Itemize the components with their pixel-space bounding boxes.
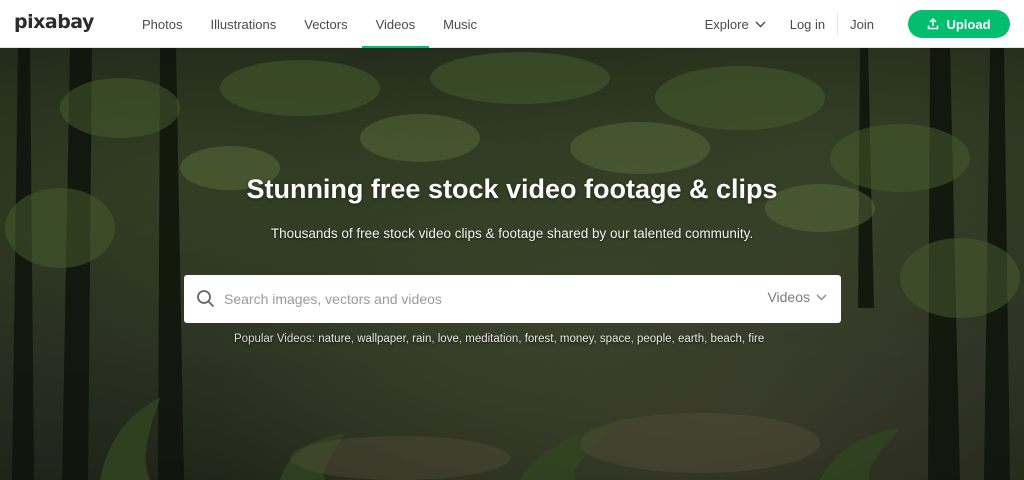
explore-label: Explore <box>704 16 749 32</box>
upload-button[interactable]: Upload <box>908 10 1010 38</box>
search-input[interactable] <box>224 285 744 313</box>
explore-menu[interactable]: Explore <box>693 17 778 32</box>
nav-item-illustrations[interactable]: Illustrations <box>196 0 290 48</box>
nav-item-photos[interactable]: Photos <box>128 0 196 48</box>
popular-tag-earth[interactable]: earth <box>678 333 704 345</box>
media-type-label: Videos <box>767 289 810 305</box>
popular-tags: nature, wallpaper, rain, love, meditatio… <box>318 333 764 345</box>
popular-tag-beach[interactable]: beach <box>711 333 742 345</box>
popular-tag-meditation[interactable]: meditation <box>465 333 518 345</box>
chevron-down-icon <box>816 294 827 300</box>
join-link[interactable]: Join <box>838 17 886 32</box>
nav-item-vectors[interactable]: Vectors <box>290 0 361 48</box>
nav-item-music[interactable]: Music <box>429 0 491 48</box>
hero-banner: Stunning free stock video footage & clip… <box>0 48 1024 480</box>
nav-item-videos[interactable]: Videos <box>361 0 430 48</box>
popular-tag-money[interactable]: money <box>560 333 594 345</box>
popular-tag-forest[interactable]: forest <box>525 333 554 345</box>
popular-tag-fire[interactable]: fire <box>748 333 764 345</box>
right-nav: Explore Log in Join Upload <box>693 0 1024 48</box>
popular-tag-nature[interactable]: nature <box>318 333 351 345</box>
hero-subtitle: Thousands of free stock video clips & fo… <box>270 226 754 241</box>
popular-tag-space[interactable]: space <box>600 333 631 345</box>
search-bar: Videos <box>184 275 841 323</box>
login-link[interactable]: Log in <box>778 17 837 32</box>
popular-tag-wallpaper[interactable]: wallpaper <box>357 333 406 345</box>
popular-tag-people[interactable]: people <box>637 333 672 345</box>
popular-label: Popular Videos: <box>234 333 315 345</box>
hero-overlay <box>0 48 1024 480</box>
hero-title: Stunning free stock video footage & clip… <box>246 174 778 204</box>
popular-tag-love[interactable]: love <box>438 333 459 345</box>
top-navigation-bar: pixabay Photos Illustrations Vectors Vid… <box>0 0 1024 48</box>
media-type-select[interactable]: Videos <box>767 289 827 305</box>
main-nav: Photos Illustrations Vectors Videos Musi… <box>128 0 491 48</box>
upload-icon <box>928 18 939 30</box>
upload-label: Upload <box>946 16 991 32</box>
popular-tag-rain[interactable]: rain <box>412 333 431 345</box>
popular-searches: Popular Videos: nature, wallpaper, rain,… <box>234 333 834 345</box>
pixabay-logo[interactable]: pixabay <box>14 11 94 33</box>
search-icon <box>197 290 215 308</box>
chevron-down-icon <box>755 21 766 27</box>
